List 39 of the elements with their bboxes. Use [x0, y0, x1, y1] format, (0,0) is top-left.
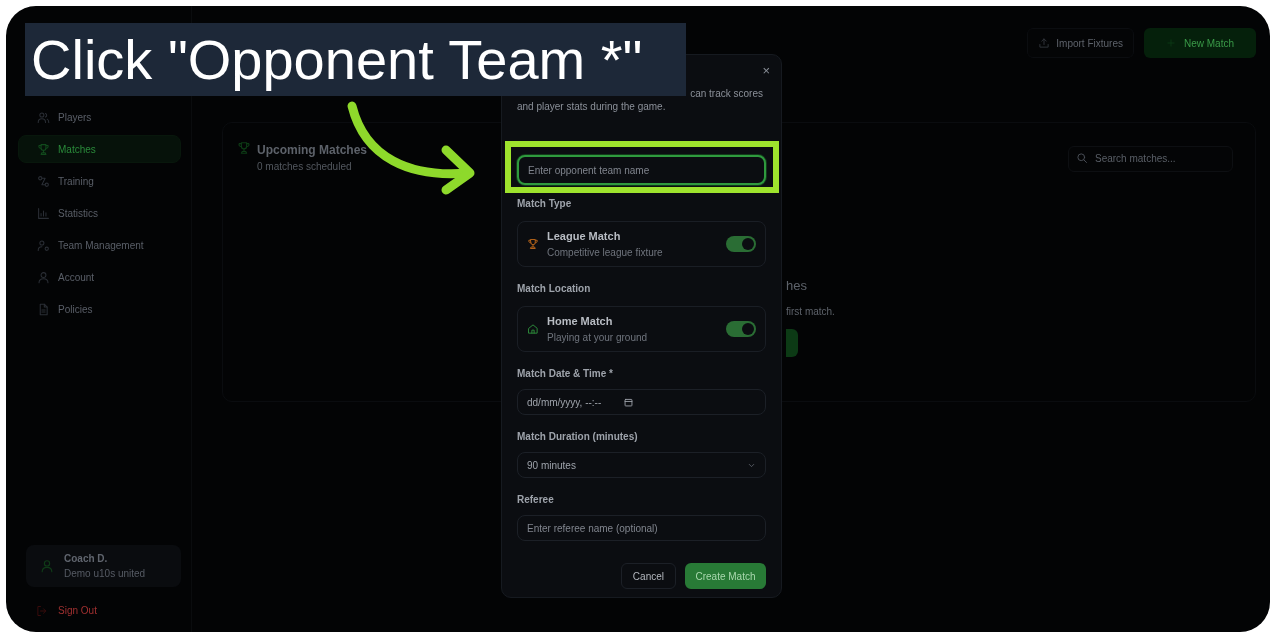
field-label: Match Date & Time *: [517, 367, 614, 381]
option-title: League Match: [547, 229, 622, 245]
sidebar-item[interactable]: Players: [18, 103, 181, 131]
empty-text: first match.: [786, 304, 836, 319]
duration-select[interactable]: 90 minutes: [517, 452, 766, 478]
search-field[interactable]: Search matches...: [1068, 145, 1233, 172]
date-field[interactable]: dd/mm/yyyy, --:--: [517, 389, 766, 415]
sidebar-item[interactable]: Training: [18, 167, 181, 195]
sidebar-item[interactable]: Policies: [18, 295, 181, 323]
referee-field[interactable]: Enter referee name (optional): [517, 515, 766, 541]
option-subtitle: Competitive league fixture: [547, 245, 663, 260]
card-title: Upcoming Matches: [257, 142, 367, 159]
create-match-button[interactable]: Create Match: [685, 563, 766, 589]
sidebar-item[interactable]: Account: [18, 263, 181, 291]
field-label: Referee: [517, 493, 555, 507]
empty-title: hes: [786, 277, 808, 295]
sign-out-link[interactable]: Sign Out: [36, 603, 181, 618]
close-button[interactable]: ×: [762, 64, 770, 77]
sidebar-item[interactable]: Statistics: [18, 199, 181, 227]
dialog-description: can track scores: [689, 87, 764, 100]
caption-text: Click "Opponent Team *": [25, 23, 686, 96]
option-subtitle: Playing at your ground: [547, 330, 648, 345]
opponent-field[interactable]: Enter opponent team name: [517, 155, 766, 185]
select-value: 90 minutes: [527, 458, 576, 473]
team-name: Demo u10s united: [64, 567, 146, 581]
sidebar-item[interactable]: Team Management: [18, 231, 181, 259]
option-title: Home Match: [547, 314, 614, 330]
date-value: dd/mm/yyyy, --:--: [527, 395, 602, 410]
sidebar-item[interactable]: Matches: [18, 135, 181, 163]
field-label: Match Location: [517, 282, 592, 296]
user-name: Coach D.: [64, 552, 109, 566]
field-label: Match Type: [517, 197, 573, 211]
field-label: Match Duration (minutes): [517, 430, 639, 444]
user-card[interactable]: Coach D. Demo u10s united: [26, 545, 181, 587]
cancel-button[interactable]: Cancel: [620, 563, 676, 589]
card-subtitle: 0 matches scheduled: [257, 160, 353, 174]
dialog-description: and player stats during the game.: [517, 100, 667, 113]
new-match-button[interactable]: New Match: [1144, 28, 1256, 58]
import-button[interactable]: Import Fixtures: [1027, 28, 1134, 58]
